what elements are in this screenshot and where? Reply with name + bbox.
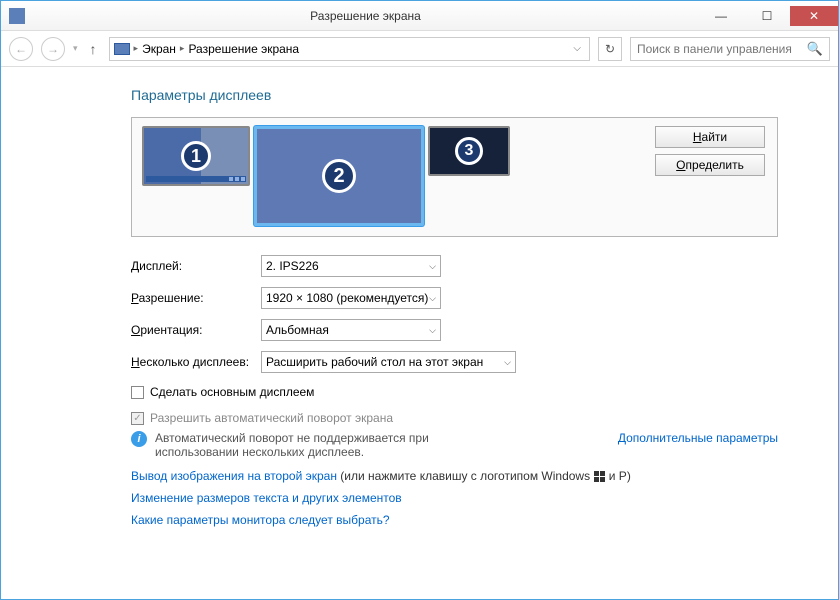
window-title: Разрешение экрана bbox=[33, 9, 698, 23]
find-button[interactable]: Найти bbox=[655, 126, 765, 148]
close-button[interactable]: ✕ bbox=[790, 6, 838, 26]
monitor-1-number: 1 bbox=[181, 141, 211, 171]
make-primary-checkbox[interactable] bbox=[131, 386, 144, 399]
monitor-3[interactable]: 3 bbox=[428, 126, 510, 176]
which-settings-link[interactable]: Какие параметры монитора следует выбрать… bbox=[131, 513, 390, 527]
resolution-label: Разрешение: bbox=[131, 291, 261, 305]
orientation-select[interactable]: Альбомная⌵ bbox=[261, 319, 441, 341]
auto-rotate-label: Разрешить автоматический поворот экрана bbox=[150, 411, 393, 425]
orientation-row: Ориентация: Альбомная⌵ bbox=[131, 319, 778, 341]
projector-link[interactable]: Вывод изображения на второй экран bbox=[131, 469, 337, 483]
monitor-2-number: 2 bbox=[322, 159, 356, 193]
breadcrumb-dropdown[interactable]: ⌵ bbox=[573, 43, 585, 54]
orientation-label: Ориентация: bbox=[131, 323, 261, 337]
auto-rotate-row: ✓ Разрешить автоматический поворот экран… bbox=[131, 411, 778, 425]
up-button[interactable]: ↑ bbox=[86, 41, 101, 57]
back-button[interactable]: ← bbox=[9, 37, 33, 61]
page-heading: Параметры дисплеев bbox=[131, 87, 778, 103]
monitor-2[interactable]: 2 bbox=[254, 126, 424, 226]
display-preview: 1 2 3 Найти Определить bbox=[131, 117, 778, 237]
info-row: i Автоматический поворот не поддерживает… bbox=[131, 431, 778, 459]
make-primary-label: Сделать основным дисплеем bbox=[150, 385, 314, 399]
maximize-button[interactable]: ☐ bbox=[744, 6, 790, 26]
resolution-row: Разрешение: 1920 × 1080 (рекомендуется)⌵ bbox=[131, 287, 778, 309]
refresh-button[interactable]: ↻ bbox=[598, 37, 622, 61]
monitor-3-number: 3 bbox=[455, 137, 483, 165]
chevron-down-icon: ⌵ bbox=[429, 325, 436, 336]
help-links: Вывод изображения на второй экран (или н… bbox=[131, 469, 778, 527]
make-primary-row: Сделать основным дисплеем bbox=[131, 385, 778, 399]
toolbar: ← → ▾ ↑ ▸ Экран ▸ Разрешение экрана ⌵ ↻ … bbox=[1, 31, 838, 67]
content: Параметры дисплеев 1 2 3 Найти Определит… bbox=[1, 67, 838, 599]
advanced-settings-link[interactable]: Дополнительные параметры bbox=[618, 431, 778, 445]
identify-button[interactable]: Определить bbox=[655, 154, 765, 176]
monitor-group: 1 2 3 bbox=[142, 126, 510, 226]
multiple-displays-row: Несколько дисплеев: Расширить рабочий ст… bbox=[131, 351, 778, 373]
search-box[interactable]: 🔍 bbox=[630, 37, 830, 61]
multiple-displays-select[interactable]: Расширить рабочий стол на этот экран⌵ bbox=[261, 351, 516, 373]
monitor-1[interactable]: 1 bbox=[142, 126, 250, 186]
app-icon bbox=[9, 8, 25, 24]
display-row: Дисплей: 2. IPS226⌵ bbox=[131, 255, 778, 277]
breadcrumb-item-1[interactable]: Экран bbox=[142, 42, 176, 56]
chevron-right-icon: ▸ bbox=[134, 43, 139, 54]
preview-buttons: Найти Определить bbox=[655, 126, 765, 176]
windows-logo-icon bbox=[593, 471, 605, 483]
titlebar: Разрешение экрана — ☐ ✕ bbox=[1, 1, 838, 31]
chevron-down-icon: ⌵ bbox=[504, 357, 511, 368]
breadcrumb-item-2[interactable]: Разрешение экрана bbox=[188, 42, 299, 56]
text-size-link[interactable]: Изменение размеров текста и других элеме… bbox=[131, 491, 402, 505]
projector-text-2: и P) bbox=[605, 469, 630, 483]
forward-button[interactable]: → bbox=[41, 37, 65, 61]
chevron-right-icon: ▸ bbox=[180, 43, 185, 54]
settings-form: Дисплей: 2. IPS226⌵ Разрешение: 1920 × 1… bbox=[131, 255, 778, 373]
taskbar-icon bbox=[146, 176, 246, 182]
window-controls: — ☐ ✕ bbox=[698, 6, 838, 26]
display-label: Дисплей: bbox=[131, 259, 261, 273]
projector-text-1: (или нажмите клавишу с логотипом Windows bbox=[337, 469, 593, 483]
display-select[interactable]: 2. IPS226⌵ bbox=[261, 255, 441, 277]
info-text: Автоматический поворот не поддерживается… bbox=[155, 431, 455, 459]
resolution-select[interactable]: 1920 × 1080 (рекомендуется)⌵ bbox=[261, 287, 441, 309]
multiple-displays-label: Несколько дисплеев: bbox=[131, 355, 261, 369]
history-dropdown[interactable]: ▾ bbox=[73, 43, 78, 54]
chevron-down-icon: ⌵ bbox=[429, 293, 436, 304]
search-icon[interactable]: 🔍 bbox=[801, 41, 829, 57]
minimize-button[interactable]: — bbox=[698, 6, 744, 26]
info-icon: i bbox=[131, 431, 147, 447]
projector-line: Вывод изображения на второй экран (или н… bbox=[131, 469, 778, 483]
search-input[interactable] bbox=[631, 42, 801, 56]
auto-rotate-checkbox: ✓ bbox=[131, 412, 144, 425]
chevron-down-icon: ⌵ bbox=[429, 261, 436, 272]
monitor-icon bbox=[114, 43, 130, 55]
breadcrumb[interactable]: ▸ Экран ▸ Разрешение экрана ⌵ bbox=[109, 37, 590, 61]
